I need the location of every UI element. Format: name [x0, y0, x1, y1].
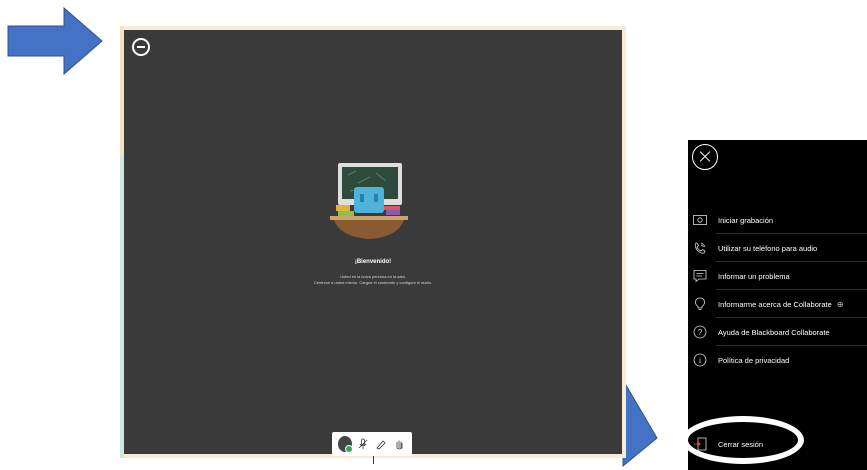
svg-text:i: i [699, 356, 702, 365]
menu-item-label: Iniciar grabación [718, 215, 774, 225]
menu-item-label: Utilizar su teléfono para audio [718, 243, 818, 253]
session-stage: ¡Bienvenido! Usted es la única persona e… [124, 30, 622, 454]
logout-highlight-oval [682, 416, 804, 464]
menu-item-learn-collaborate[interactable]: Informarme acerca de Collaborate ⊕ [688, 290, 867, 318]
avatar[interactable] [338, 436, 353, 453]
welcome-message: Usted es la única persona en la sala. Cé… [124, 274, 622, 286]
arrow-pointer-top-left [7, 6, 103, 76]
session-toolbar [332, 432, 412, 456]
minus-circle-icon[interactable] [132, 38, 150, 56]
svg-text:?: ? [698, 328, 703, 337]
menu-item-help[interactable]: ? Ayuda de Blackboard Collaborate [688, 318, 867, 346]
menu-item-report-problem[interactable]: Informar un problema [688, 262, 867, 290]
info-icon: i [692, 352, 708, 368]
toolbar-indicator [373, 456, 374, 464]
lightbulb-icon [692, 296, 708, 312]
mic-off-icon[interactable] [356, 437, 370, 451]
help-icon: ? [692, 324, 708, 340]
report-icon [692, 268, 708, 284]
menu-item-label: Política de privacidad [718, 355, 790, 365]
external-link-icon: ⊕ [836, 299, 844, 309]
welcome-title: ¡Bienvenido! [354, 259, 392, 265]
record-icon [692, 212, 708, 228]
menu-item-label: Ayuda de Blackboard Collaborate [718, 327, 830, 337]
classroom-illustration-icon [330, 163, 408, 239]
menu-item-label: Informar un problema [718, 271, 790, 281]
menu-item-phone-audio[interactable]: Utilizar su teléfono para audio [688, 234, 867, 262]
menu-item-start-recording[interactable]: Iniciar grabación [688, 206, 867, 234]
close-icon[interactable] [692, 144, 718, 170]
menu-item-privacy[interactable]: i Política de privacidad [688, 346, 867, 374]
welcome-line-2: Céntrese a usted mismo. Cargue el conten… [313, 280, 433, 285]
phone-icon [692, 240, 708, 256]
hand-icon[interactable] [392, 437, 406, 451]
pen-icon[interactable] [374, 437, 388, 451]
session-panel: ¡Bienvenido! Usted es la única persona e… [120, 26, 626, 458]
menu-item-label: Informarme acerca de Collaborate [718, 299, 832, 309]
